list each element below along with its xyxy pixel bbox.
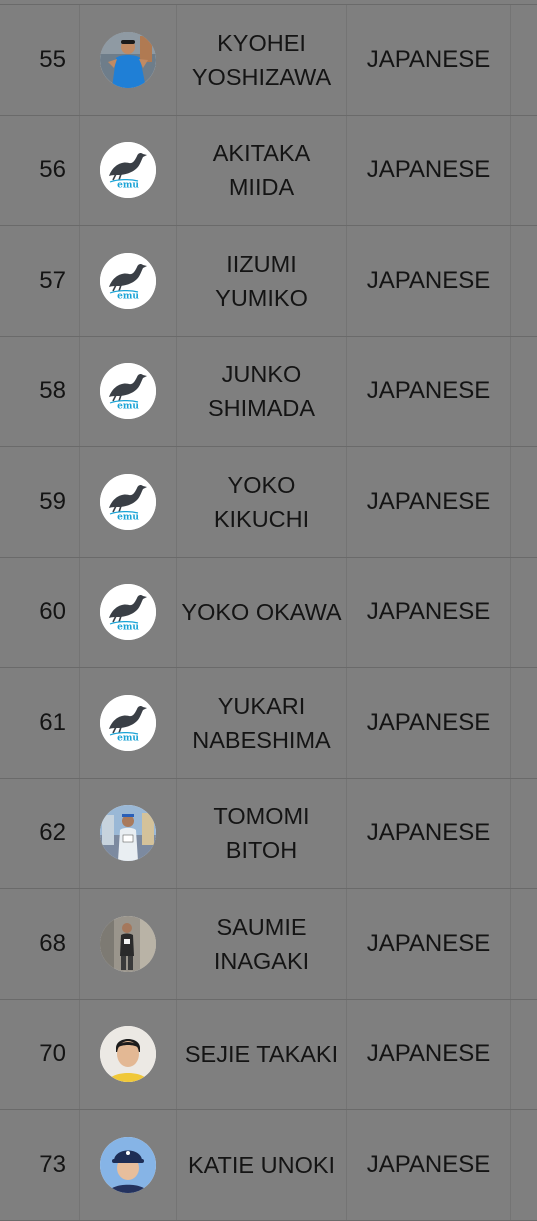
runner-avatar[interactable]: emu <box>100 252 156 309</box>
table-row[interactable]: 60 emu YOKO OKAWA JAPANESE <box>0 557 537 668</box>
svg-text:emu: emu <box>117 512 139 522</box>
emu-logo-icon: emu <box>100 252 156 309</box>
runner-number: 70 <box>0 999 80 1109</box>
extra-column <box>511 1000 537 1110</box>
extra-column <box>511 5 537 115</box>
runner-name: SEJIE TAKAKI <box>177 999 347 1109</box>
runner-number: 62 <box>0 778 80 888</box>
runner-name: JUNKO SHIMADA <box>177 336 347 446</box>
emu-logo-icon: emu <box>100 694 156 751</box>
svg-text:emu: emu <box>117 733 139 743</box>
runner-number: 61 <box>0 668 80 778</box>
runner-name: TOMOMI BITOH <box>177 778 347 888</box>
runner-avatar[interactable] <box>100 805 156 862</box>
runner-name: KYOHEI YOSHIZAWA <box>177 5 347 115</box>
runner-number: 59 <box>0 447 80 557</box>
emu-logo-icon: emu <box>100 363 156 420</box>
table-row[interactable]: 61 emu YUKARI NABESHIMA JAPANESE <box>0 668 537 779</box>
runner-avatar[interactable] <box>100 31 156 88</box>
table-row[interactable]: 73 KATIE UNOKI JAPANESE <box>0 1110 537 1221</box>
runner-avatar[interactable] <box>100 915 156 972</box>
runner-avatar[interactable] <box>100 1136 156 1193</box>
runner-avatar[interactable]: emu <box>100 584 156 641</box>
runner-avatar[interactable]: emu <box>100 473 156 530</box>
extra-column <box>511 447 537 557</box>
svg-text:emu: emu <box>117 402 139 412</box>
table-row[interactable]: 58 emu JUNKO SHIMADA JAPANESE <box>0 336 537 447</box>
extra-column <box>511 226 537 336</box>
runner-nationality: JAPANESE <box>347 668 511 778</box>
svg-text:emu: emu <box>117 623 139 633</box>
emu-logo-icon: emu <box>100 584 156 641</box>
runner-number: 60 <box>0 557 80 667</box>
extra-column <box>511 668 537 778</box>
runner-nationality: JAPANESE <box>347 999 511 1109</box>
results-table: 55 KYOHEI YOSHIZAWA JAPANESE 56 emu AKIT… <box>0 4 537 1221</box>
runner-nationality: JAPANESE <box>347 5 511 115</box>
runner-nationality: JAPANESE <box>347 1110 511 1220</box>
table-row[interactable]: 62 TOMOMI BITOH JAPANESE <box>0 778 537 889</box>
runner-name: YOKO OKAWA <box>177 557 347 667</box>
runner-nationality: JAPANESE <box>347 115 511 225</box>
table-row[interactable]: 70 SEJIE TAKAKI JAPANESE <box>0 999 537 1110</box>
svg-text:emu: emu <box>117 291 139 301</box>
runner-number: 55 <box>0 5 80 115</box>
runner-name: YUKARI NABESHIMA <box>177 668 347 778</box>
runner-number: 56 <box>0 115 80 225</box>
runner-nationality: JAPANESE <box>347 226 511 336</box>
extra-column <box>511 558 537 668</box>
runner-nationality: JAPANESE <box>347 778 511 888</box>
emu-logo-icon: emu <box>100 473 156 530</box>
runner-name: SAUMIE INAGAKI <box>177 889 347 999</box>
extra-column <box>511 779 537 889</box>
table-row[interactable]: 68 SAUMIE INAGAKI JAPANESE <box>0 889 537 1000</box>
table-row[interactable]: 55 KYOHEI YOSHIZAWA JAPANESE <box>0 4 537 116</box>
runner-number: 57 <box>0 226 80 336</box>
runner-avatar[interactable]: emu <box>100 142 156 199</box>
emu-logo-icon: emu <box>100 142 156 199</box>
runner-avatar[interactable] <box>100 1026 156 1083</box>
runner-nationality: JAPANESE <box>347 336 511 446</box>
runner-nationality: JAPANESE <box>347 557 511 667</box>
runner-number: 58 <box>0 336 80 446</box>
runner-avatar[interactable]: emu <box>100 694 156 751</box>
table-row[interactable]: 57 emu IIZUMI YUMIKO JAPANESE <box>0 226 537 337</box>
runner-name: KATIE UNOKI <box>177 1110 347 1220</box>
table-row[interactable]: 56 emu AKITAKA MIIDA JAPANESE <box>0 115 537 226</box>
extra-column <box>511 889 537 999</box>
runner-number: 73 <box>0 1110 80 1220</box>
extra-column <box>511 1110 537 1220</box>
runner-nationality: JAPANESE <box>347 447 511 557</box>
table-row[interactable]: 59 emu YOKO KIKUCHI JAPANESE <box>0 447 537 558</box>
runner-name: AKITAKA MIIDA <box>177 115 347 225</box>
runner-name: YOKO KIKUCHI <box>177 447 347 557</box>
extra-column <box>511 116 537 226</box>
extra-column <box>511 337 537 447</box>
runner-nationality: JAPANESE <box>347 889 511 999</box>
runner-name: IIZUMI YUMIKO <box>177 226 347 336</box>
svg-text:emu: emu <box>117 181 139 191</box>
runner-number: 68 <box>0 889 80 999</box>
runner-avatar[interactable]: emu <box>100 363 156 420</box>
